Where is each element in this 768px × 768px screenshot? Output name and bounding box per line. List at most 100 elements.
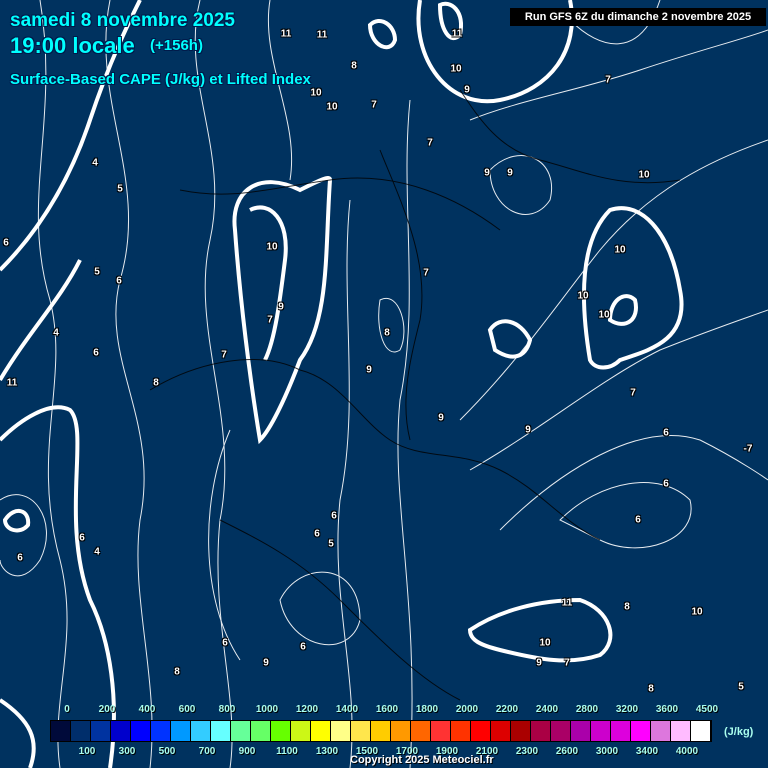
contour-label: 7 (267, 314, 273, 326)
legend-swatch (351, 721, 371, 741)
contour-layer (0, 0, 768, 768)
legend-swatch (531, 721, 551, 741)
legend-swatch (571, 721, 591, 741)
legend-swatch (411, 721, 431, 741)
contour-label: 6 (3, 237, 9, 249)
legend-label: 2400 (535, 704, 559, 715)
borders (149, 89, 681, 701)
legend-label: 1000 (255, 704, 279, 715)
contour-label: 8 (174, 666, 180, 678)
contour-label: 11 (280, 28, 292, 40)
legend-swatch (151, 721, 171, 741)
legend-swatch (671, 721, 691, 741)
legend-swatch (651, 721, 671, 741)
contour-label: 7 (371, 99, 377, 111)
contour-label: 7 (605, 74, 611, 86)
contour-label: 8 (648, 683, 654, 695)
contour-label: 9 (366, 364, 372, 376)
legend-swatch (471, 721, 491, 741)
legend-swatch (71, 721, 91, 741)
legend-swatch (311, 721, 331, 741)
legend-swatch (491, 721, 511, 741)
contour-label: 6 (79, 532, 85, 544)
legend-swatch (191, 721, 211, 741)
contour-label: 7 (564, 657, 570, 669)
contour-label: 6 (300, 641, 306, 653)
forecast-date: samedi 8 novembre 2025 (10, 10, 235, 31)
contour-label: 9 (484, 167, 490, 179)
contour-label: 9 (536, 657, 542, 669)
legend-label: 2300 (515, 746, 539, 757)
legend-swatch (511, 721, 531, 741)
contour-label: 10 (577, 290, 589, 302)
copyright: Copyright 2025 Meteociel.fr (350, 754, 494, 766)
contour-label: 6 (663, 478, 669, 490)
legend-label: 2800 (575, 704, 599, 715)
contour-label: 9 (525, 424, 531, 436)
legend-swatch (431, 721, 451, 741)
legend-swatch (231, 721, 251, 741)
contour-label: 10 (310, 87, 322, 99)
contour-label: 7 (221, 349, 227, 361)
contour-label: 5 (738, 681, 744, 693)
contour-label: 10 (450, 63, 462, 75)
contour-label: 6 (17, 552, 23, 564)
legend-swatch (91, 721, 111, 741)
contour-label: 11 (561, 597, 573, 609)
legend-label: 3200 (615, 704, 639, 715)
contour-label: 5 (117, 183, 123, 195)
legend-label: 1600 (375, 704, 399, 715)
cape-threshold-contours (0, 0, 684, 768)
legend-swatch (331, 721, 351, 741)
contour-label: 8 (153, 377, 159, 389)
contour-label: 9 (507, 167, 513, 179)
legend-swatch (211, 721, 231, 741)
contour-label: 4 (53, 327, 59, 339)
legend-label: 100 (78, 746, 96, 757)
legend-label: 4000 (675, 746, 699, 757)
contour-label: 6 (116, 275, 122, 287)
legend-label: 3400 (635, 746, 659, 757)
contour-label: 5 (94, 266, 100, 278)
contour-label: 10 (614, 244, 626, 256)
contour-label: 6 (635, 514, 641, 526)
contour-label: 7 (427, 137, 433, 149)
contour-label: 8 (351, 60, 357, 72)
legend-label: 700 (198, 746, 216, 757)
legend-label: 1300 (315, 746, 339, 757)
contour-label: 10 (539, 637, 551, 649)
contour-label: 6 (314, 528, 320, 540)
forecast-time: 19:00 locale (10, 33, 135, 58)
legend-label: 0 (64, 704, 70, 715)
contour-label: 8 (384, 327, 390, 339)
forecast-lead: (+156h) (150, 37, 203, 54)
contour-label: 11 (316, 29, 328, 41)
legend-label: 2600 (555, 746, 579, 757)
legend-label: 2000 (455, 704, 479, 715)
legend-swatch (291, 721, 311, 741)
legend-label: 500 (158, 746, 176, 757)
legend-unit: (J/kg) (724, 726, 754, 738)
contour-label: 10 (266, 241, 278, 253)
parameter-title: Surface-Based CAPE (J/kg) et Lifted Inde… (10, 71, 311, 88)
contour-label: 10 (638, 169, 650, 181)
contour-label: 7 (423, 267, 429, 279)
legend-swatch (551, 721, 571, 741)
contour-label: 6 (331, 510, 337, 522)
legend-swatch (691, 721, 711, 741)
weather-map: 11 11 11 8 10 10 7 10 9 7 7 9 9 10 10 10 10 4 5 6 5 6 4 6 11 10 9 7… (0, 0, 768, 768)
run-info: Run GFS 6Z du dimanche 2 novembre 2025 (510, 8, 766, 26)
legend-swatch (611, 721, 631, 741)
legend-swatch (271, 721, 291, 741)
legend-label: 1800 (415, 704, 439, 715)
legend-swatch (111, 721, 131, 741)
lifted-index-contours (0, 0, 768, 768)
contour-label: 11 (6, 377, 18, 389)
legend-label: 400 (138, 704, 156, 715)
legend-swatch (451, 721, 471, 741)
legend-swatch (131, 721, 151, 741)
contour-label: 9 (438, 412, 444, 424)
contour-label: 9 (263, 657, 269, 669)
legend-label: 4500 (695, 704, 719, 715)
contour-label: 8 (624, 601, 630, 613)
